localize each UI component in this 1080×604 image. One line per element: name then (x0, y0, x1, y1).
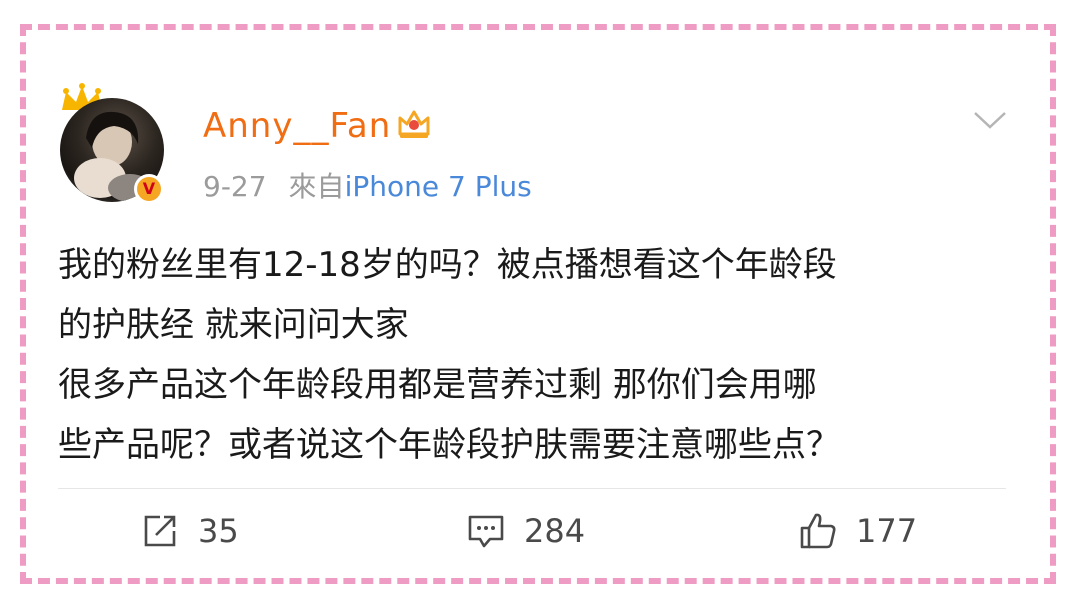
post-time: 9-27 (203, 170, 267, 203)
vip-crown-icon[interactable] (394, 104, 434, 144)
comment-button[interactable]: 284 (466, 508, 585, 554)
repost-button[interactable]: 35 (140, 508, 239, 554)
divider (58, 488, 1006, 489)
chevron-down-icon[interactable] (972, 108, 1008, 132)
thumbs-up-icon (800, 513, 836, 549)
like-button[interactable]: 177 (798, 508, 917, 554)
username[interactable]: Anny__Fan (203, 106, 391, 146)
repost-count: 35 (198, 512, 239, 550)
verified-badge: V (134, 174, 164, 204)
post-text: 我的粉丝里有12-18岁的吗？被点播想看这个年龄段 的护肤经 就来问问大家 很多… (58, 235, 1018, 475)
avatar-group[interactable]: V (58, 82, 170, 204)
post-line: 很多产品这个年龄段用都是营养过剩 那你们会用哪 (58, 365, 817, 405)
source-device-link[interactable]: iPhone 7 Plus (345, 170, 532, 203)
like-count: 177 (856, 512, 918, 550)
source-prefix: 來自 (288, 170, 345, 203)
comment-count: 284 (524, 512, 586, 550)
post-line: 些产品呢？或者说这个年龄段护肤需要注意哪些点？ (58, 425, 840, 465)
post-line: 的护肤经 就来问问大家 (58, 305, 409, 345)
share-icon (144, 515, 176, 547)
post-line: 我的粉丝里有12-18岁的吗？被点播想看这个年龄段 (58, 245, 837, 285)
comment-icon (468, 515, 504, 548)
post-meta: 9-27 來自iPhone 7 Plus (203, 165, 532, 205)
weibo-post-card: V Anny__Fan 9-27 來自iPhone 7 Plus 我的粉丝里有12… (0, 0, 1080, 604)
